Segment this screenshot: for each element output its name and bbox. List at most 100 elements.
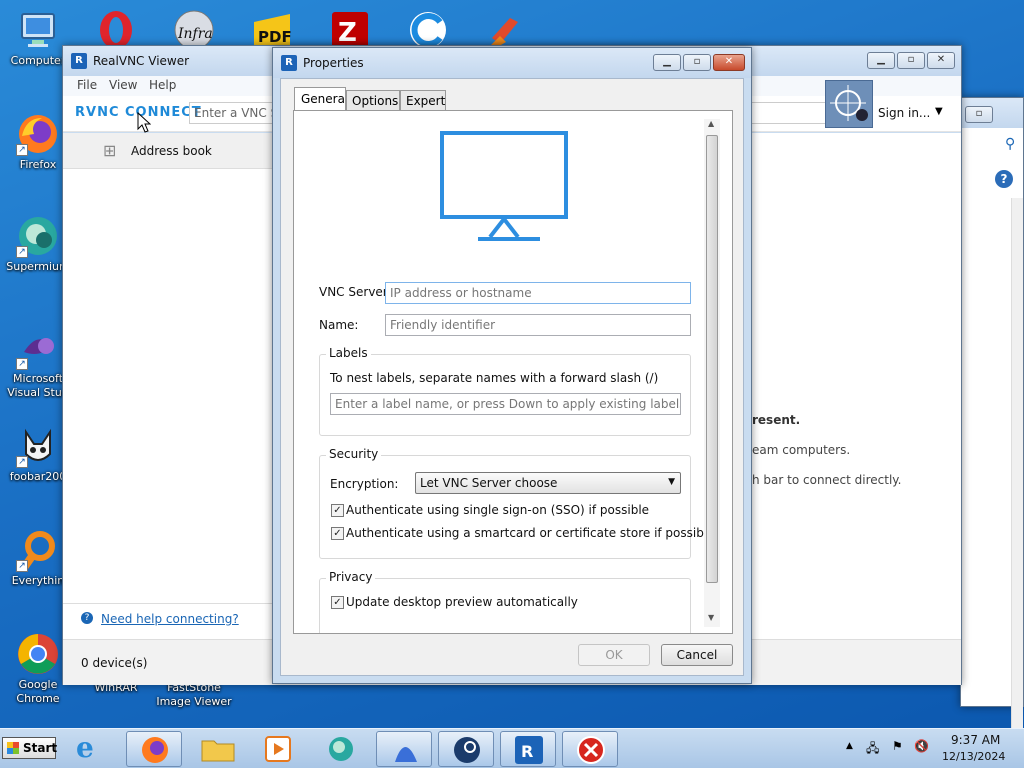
svg-text:R: R [521,742,533,761]
taskbar-ie-icon[interactable]: e [76,733,112,765]
help-circle-icon: ? [81,612,93,624]
minimize-button[interactable]: ▁ [867,52,895,69]
ok-button[interactable]: OK [578,644,650,666]
volume-muted-icon[interactable]: 🔇 [914,739,929,753]
privacy-group: Privacy ✓ Update desktop preview automat… [319,570,691,633]
sign-in-button[interactable]: Sign in... [878,106,930,120]
infra-icon[interactable]: Infra [172,8,216,50]
empty-state-title: resent. [752,413,801,427]
preview-checkbox[interactable]: ✓ [331,596,344,609]
everything-search-icon: ↗ [16,528,60,572]
taskbar-explorer[interactable] [200,735,236,763]
taskbar-error-app[interactable] [562,731,618,767]
supermium-icon [329,737,353,761]
pdf-icon[interactable]: PDF [250,8,294,48]
firefox-icon [142,737,168,763]
scroll-up-icon[interactable]: ▲ [708,119,714,128]
tab-general[interactable]: General [294,87,348,111]
smartcard-checkbox[interactable]: ✓ [331,527,344,540]
encryption-label: Encryption: [330,477,399,491]
mouse-cursor-icon [137,111,152,137]
menu-file[interactable]: File [77,78,97,92]
svg-text:Infra: Infra [177,26,213,42]
windows-logo-icon [7,742,19,754]
menu-view[interactable]: View [109,78,137,92]
taskbar-app[interactable] [376,731,432,767]
firefox-icon: ↗ [16,112,60,156]
viewer-title: RealVNC Viewer [93,54,190,68]
dialog-title: Properties [303,56,364,70]
scrollbar[interactable] [1011,198,1023,738]
svg-text:PDF: PDF [258,28,292,46]
close-button[interactable]: ✕ [713,54,745,71]
realvnc-icon: R [515,736,543,764]
chevron-down-icon[interactable]: ▼ [935,106,943,117]
dialog-scrollbar[interactable]: ▲ ▼ [704,119,720,627]
flag-icon[interactable]: ⚑ [892,739,903,753]
properties-dialog: R Properties ▁ ▫ ✕ General Options Exper… [272,47,752,684]
dropdown-arrow-icon: ▼ [668,477,675,487]
computer-icon [16,8,60,52]
taskbar-media[interactable] [262,735,294,763]
encryption-value: Let VNC Server choose [420,476,558,490]
cancel-button[interactable]: Cancel [661,644,733,666]
address-book-label: Address book [131,144,212,158]
preview-label: Update desktop preview automatically [346,595,578,609]
realvnc-icon: R [281,55,297,71]
address-book-item[interactable]: ⊞ Address book [63,133,274,169]
filezilla-icon[interactable]: Z [328,8,372,48]
privacy-group-title: Privacy [326,570,376,584]
vnc-server-input[interactable]: IP address or hostname [385,282,691,304]
error-icon [577,736,605,764]
taskbar-supermium[interactable] [326,735,356,763]
tray-arrow-icon[interactable]: ▲ [846,741,853,751]
dialog-titlebar[interactable]: R Properties ▁ ▫ ✕ [273,48,751,78]
empty-state-line: h bar to connect directly. [752,473,902,487]
security-group: Security Encryption: Let VNC Server choo… [319,447,715,559]
minimize-button[interactable]: ▁ [653,54,681,71]
empty-state-line: eam computers. [752,443,851,457]
search-field-extension[interactable] [751,102,827,124]
vnc-server-label: VNC Server: [319,285,392,299]
taskbar-firefox[interactable] [126,731,182,767]
maximize-button[interactable]: ▫ [683,54,711,71]
tab-options[interactable]: Options [346,90,400,111]
taskbar: Start e R ▲ 🖧 ⚑ 🔇 9:37 AM 12/13/2024 [0,728,1024,768]
labels-group: Labels To nest labels, separate names wi… [319,346,691,436]
scroll-down-icon[interactable]: ▼ [708,613,714,622]
sso-label: Authenticate using single sign-on (SSO) … [346,503,650,517]
labels-input[interactable]: Enter a label name, or press Down to app… [330,393,681,415]
monitor-icon [438,129,572,245]
taskbar-steam[interactable] [438,731,494,767]
encryption-select[interactable]: Let VNC Server choose ▼ [415,472,681,494]
security-group-title: Security [326,447,382,461]
desktop-icon-label: Supermium [6,260,70,273]
desktop-icon-label: Firefox [19,158,57,171]
desktop-icon-label: foobar200 [9,470,67,483]
tab-expert[interactable]: Expert [400,90,446,111]
clock-date[interactable]: 12/13/2024 [942,750,1005,763]
close-button[interactable]: ✕ [927,52,955,69]
steam-icon [454,737,480,763]
help-icon[interactable]: ? [995,170,1013,188]
start-button[interactable]: Start [2,737,57,759]
user-avatar-icon[interactable] [825,80,873,128]
desktop-icon-faststone[interactable]: FastStone Image Viewer [156,681,232,709]
maximize-button[interactable]: ▫ [897,52,925,69]
tab-panel-general: VNC Server: IP address or hostname Name:… [293,110,733,634]
restore-button[interactable]: ▫ [965,106,993,123]
sso-checkbox[interactable]: ✓ [331,504,344,517]
ccleaner-icon[interactable] [484,8,528,48]
clock-time[interactable]: 9:37 AM [951,733,1000,747]
ccleaner-browser-icon[interactable] [406,8,450,48]
menu-help[interactable]: Help [149,78,176,92]
network-icon[interactable]: 🖧 [866,739,879,760]
taskbar-realvnc[interactable]: R [500,731,556,767]
need-help-link[interactable]: Need help connecting? [101,612,239,626]
background-window: ▫ ⚲ ? [960,97,1024,738]
name-input[interactable]: Friendly identifier [385,314,691,336]
opera-icon[interactable] [94,8,138,49]
scroll-thumb[interactable] [706,135,718,583]
vnc-search-input[interactable]: Enter a VNC Se [189,102,279,124]
search-icon[interactable]: ⚲ [1005,136,1015,152]
